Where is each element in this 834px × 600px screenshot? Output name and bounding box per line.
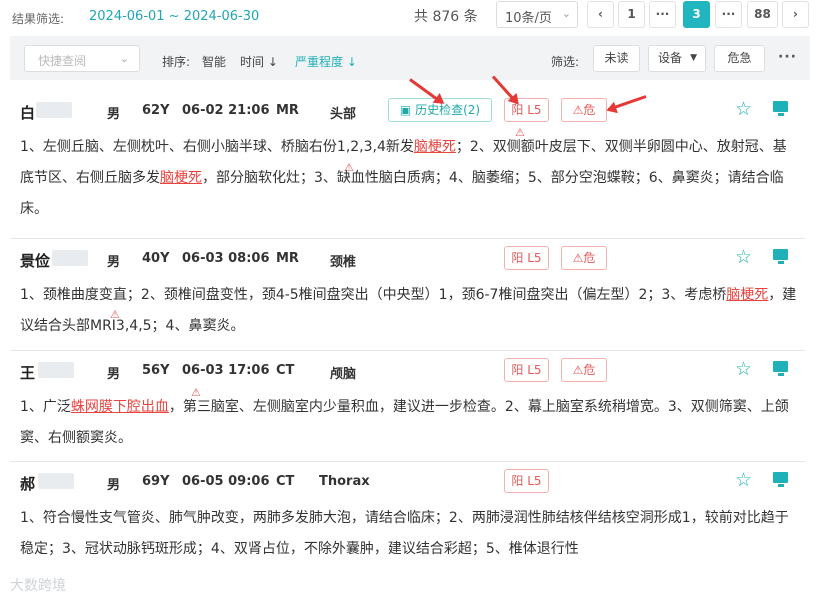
sort-time[interactable]: 时间 ↓ [240, 53, 278, 70]
warning-icon: ⚠ [572, 251, 584, 265]
sort-label: 排序: [162, 55, 191, 69]
report-impression: 1、广泛蛛网膜下腔出血，第三脑室、左侧脑室内少量积血，建议进一步检查。2、幕上脑… [20, 392, 800, 454]
modality: MR [276, 251, 299, 266]
critical-label: 危 [583, 103, 596, 117]
report-impression: 1、颈椎曲度变直；2、颈椎间盘变性，颈4-5椎间盘突出（中央型）1，颈6-7椎间… [20, 280, 800, 342]
chevron-down-icon: ⌄ [561, 7, 571, 20]
critical-badge: ⚠危 [561, 358, 607, 382]
monitor-icon[interactable] [773, 101, 788, 116]
keyword-highlight[interactable]: 脑梗死 [160, 170, 202, 186]
patient-name: 景俭 [20, 252, 51, 270]
impression-text: 1、左侧丘脑、左侧枕叶、右侧小脑半球、桥脑右份1,2,3,4新发 [20, 139, 414, 155]
exam-time: 06-03 08:06 [182, 251, 270, 266]
quick-search-select[interactable]: 快捷查阅 ⌄ [24, 45, 140, 72]
filter-label: 筛选: [551, 55, 580, 69]
page-button-1[interactable]: 1 [618, 1, 645, 28]
patient-name: 郝 [20, 475, 36, 493]
body-part: 头部 [330, 107, 357, 122]
chevron-left-icon: ‹ [598, 7, 603, 21]
report-card[interactable]: 景俭 男 40Y 06-03 08:06 MR 颈椎 阳 L5 ⚠危 ☆ ⚠ 1… [10, 240, 805, 351]
warning-icon: ⚠ [572, 363, 584, 377]
patient-sex: 男 [107, 367, 121, 382]
patient-name: 白 [20, 104, 36, 122]
unread-filter-button[interactable]: 未读 [593, 45, 640, 72]
positive-level-badge: 阳 L5 [504, 469, 549, 493]
patient-sex: 男 [107, 478, 121, 493]
page-size-select[interactable]: 10条/页 ⌄ [496, 1, 578, 28]
device-filter-label: 设备 [658, 51, 683, 65]
monitor-icon[interactable] [773, 361, 788, 376]
critical-badge: ⚠危 [561, 246, 607, 270]
more-options-button[interactable]: ··· [778, 49, 797, 65]
monitor-icon[interactable] [773, 249, 788, 264]
star-icon[interactable]: ☆ [735, 246, 752, 268]
critical-badge: ⚠危 [561, 98, 607, 122]
modality: CT [276, 363, 295, 378]
impression-text: 1、广泛 [20, 399, 71, 415]
body-part: Thorax [319, 474, 370, 489]
patient-age: 62Y [142, 103, 170, 118]
page-button-last[interactable]: 88 [747, 1, 778, 28]
report-card[interactable]: 王 男 56Y 06-03 17:06 CT 颅脑 阳 L5 ⚠危 ☆ ⚠ 1、… [10, 352, 805, 462]
exam-time: 06-02 21:06 [182, 103, 270, 118]
sort-smart[interactable]: 智能 [202, 53, 226, 70]
critical-filter-button[interactable]: 危急 [714, 45, 765, 72]
patient-name: 王 [20, 364, 36, 382]
keyword-highlight[interactable]: 脑梗死 [414, 139, 456, 155]
page-size-value: 10条/页 [505, 11, 552, 26]
chevron-right-icon: › [793, 7, 798, 21]
patient-age: 40Y [142, 251, 170, 266]
report-impression: 1、左侧丘脑、左侧枕叶、右侧小脑半球、桥脑右份1,2,3,4新发脑梗死；2、双侧… [20, 132, 800, 225]
result-filter-label: 结果筛选: [12, 12, 65, 26]
next-page-button[interactable]: › [782, 1, 809, 28]
warning-icon: ⚠ [572, 103, 584, 117]
exam-time: 06-05 09:06 [182, 474, 270, 489]
report-card[interactable]: 白 男 62Y 06-02 21:06 MR 头部 ▣ 历史检查(2) 阳 L5… [10, 92, 805, 239]
critical-label: 危 [583, 363, 596, 377]
star-icon[interactable]: ☆ [735, 469, 752, 491]
patient-age: 56Y [142, 363, 170, 378]
report-impression: 1、符合慢性支气管炎、肺气肿改变，两肺多发肺大泡，请结合临床；2、两肺浸润性肺结… [20, 510, 789, 557]
total-count: 共 876 条 [414, 9, 478, 25]
sort-severity[interactable]: 严重程度 ↓ [295, 53, 357, 70]
impression-text: 1、颈椎曲度变直；2、颈椎间盘变性，颈4-5椎间盘突出（中央型）1，颈6-7椎间… [20, 287, 727, 303]
watermark: 大数跨境 [10, 578, 66, 594]
prev-page-button[interactable]: ‹ [587, 1, 614, 28]
modality: MR [276, 103, 299, 118]
body-part: 颈椎 [330, 255, 357, 270]
positive-level-badge: 阳 L5 [504, 358, 549, 382]
modality: CT [276, 474, 295, 489]
quick-search-placeholder: 快捷查阅 [38, 54, 87, 68]
star-icon[interactable]: ☆ [735, 358, 752, 380]
patient-age: 69Y [142, 474, 170, 489]
body-part: 颅脑 [330, 367, 357, 382]
positive-level-badge: 阳 L5 [504, 246, 549, 270]
star-icon[interactable]: ☆ [735, 98, 752, 120]
top-bar: 结果筛选: 2024-06-01 ~ 2024-06-30 共 876 条 10… [0, 0, 834, 34]
page-ellipsis-prev[interactable]: ··· [649, 1, 676, 28]
toolbar: 快捷查阅 ⌄ 排序: 智能 时间 ↓ 严重程度 ↓ 筛选: 未读 设备 ▼ 危急… [10, 36, 810, 80]
patient-sex: 男 [107, 255, 121, 270]
chevron-down-icon: ⌄ [119, 52, 129, 65]
patient-sex: 男 [107, 107, 121, 122]
keyword-highlight[interactable]: 脑梗死 [726, 287, 768, 303]
name-redaction [36, 102, 72, 118]
keyword-highlight[interactable]: 蛛网膜下腔出血 [71, 399, 169, 415]
monitor-icon[interactable] [773, 472, 788, 487]
device-filter-select[interactable]: 设备 ▼ [648, 45, 706, 72]
date-range-picker[interactable]: 2024-06-01 ~ 2024-06-30 [89, 9, 259, 24]
history-icon: ▣ [399, 103, 412, 117]
name-redaction [38, 362, 74, 378]
page-button-current[interactable]: 3 [683, 1, 710, 28]
report-card[interactable]: 郝 男 69Y 06-05 09:06 CT Thorax 阳 L5 ☆ 1、符… [10, 463, 805, 573]
exam-time: 06-03 17:06 [182, 363, 270, 378]
name-redaction [52, 250, 88, 266]
critical-label: 危 [583, 251, 596, 265]
history-label: 历史检查(2) [415, 103, 481, 117]
caret-down-icon: ▼ [690, 53, 697, 63]
name-redaction [38, 473, 74, 489]
page-ellipsis-next[interactable]: ··· [715, 1, 742, 28]
